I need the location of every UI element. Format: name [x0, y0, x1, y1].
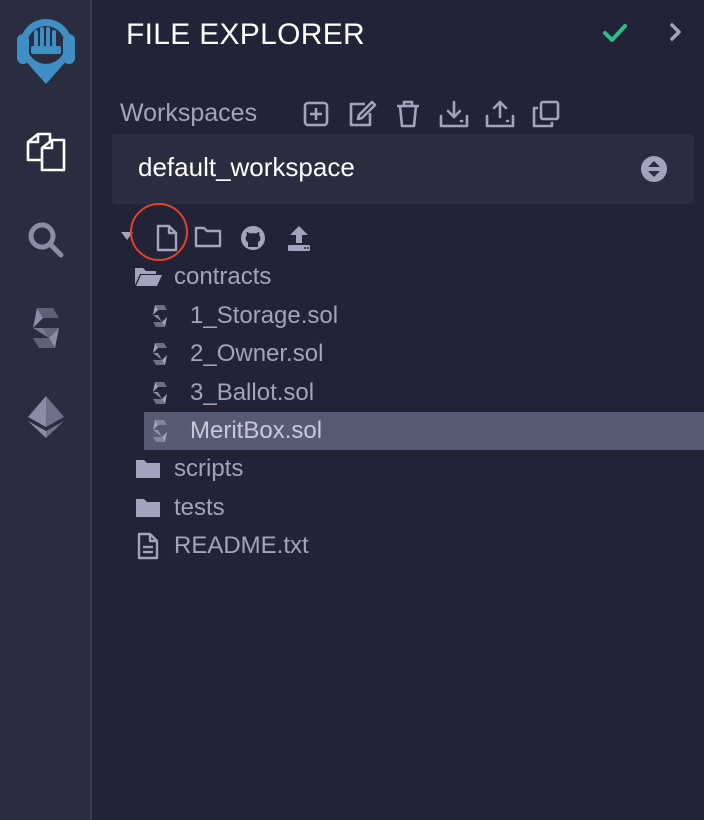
tree-item-3-ballot-sol[interactable]: 3_Ballot.sol [144, 374, 704, 412]
download-workspace-icon[interactable] [438, 98, 470, 130]
tree-item-label: README.txt [174, 532, 309, 559]
workspaces-label: Workspaces [120, 99, 258, 127]
tree-item-label: 2_Owner.sol [190, 340, 324, 367]
file-explorer-panel: FILE EXPLORER Workspaces default_workspa… [92, 0, 704, 820]
tree-item-label: 1_Storage.sol [190, 302, 339, 329]
workspace-select-value: default_workspace [138, 152, 355, 182]
icon-panel [0, 0, 92, 820]
new-folder-icon[interactable] [194, 226, 222, 248]
chevron-right-icon[interactable] [666, 18, 686, 51]
workspace-actions [300, 98, 562, 130]
solidity-file-icon [144, 342, 176, 366]
tree-item-meritbox-sol[interactable]: MeritBox.sol [144, 412, 704, 450]
folder-open-icon [132, 265, 164, 289]
delete-workspace-icon[interactable] [392, 98, 424, 130]
solidity-compiler-icon[interactable] [0, 306, 92, 350]
clone-workspace-icon[interactable] [530, 98, 562, 130]
solidity-file-icon [144, 419, 176, 443]
restore-workspace-icon[interactable] [484, 98, 516, 130]
tree-item-label: scripts [174, 455, 244, 482]
caret-down-icon[interactable] [120, 230, 134, 242]
panel-title: FILE EXPLORER [126, 18, 365, 51]
deploy-run-icon[interactable] [0, 394, 92, 440]
tree-item-label: MeritBox.sol [190, 417, 323, 444]
tree-item-label: tests [174, 494, 225, 521]
check-icon [600, 18, 630, 53]
workspace-select[interactable]: default_workspace [112, 134, 694, 204]
file-explorer-icon[interactable] [0, 130, 92, 174]
tree-item-label: contracts [174, 263, 272, 290]
new-file-icon[interactable] [156, 224, 178, 252]
sort-arrows-icon [640, 155, 668, 188]
tree-item-readme-txt[interactable]: README.txt [132, 527, 704, 565]
folder-icon [132, 458, 164, 480]
tree-item-scripts[interactable]: scripts [132, 450, 704, 488]
tree-item-tests[interactable]: tests [132, 489, 704, 527]
create-workspace-icon[interactable] [300, 98, 332, 130]
rename-workspace-icon[interactable] [346, 98, 378, 130]
solidity-file-icon [144, 304, 176, 328]
tree-item-contracts[interactable]: contracts [132, 258, 704, 296]
upload-file-icon[interactable] [286, 224, 312, 252]
tree-item-label: 3_Ballot.sol [190, 379, 315, 406]
search-icon[interactable] [0, 220, 92, 260]
tree-item-1-storage-sol[interactable]: 1_Storage.sol [144, 297, 704, 335]
text-file-icon [132, 532, 164, 560]
remix-logo-icon[interactable] [0, 10, 92, 88]
tree-item-2-owner-sol[interactable]: 2_Owner.sol [144, 335, 704, 373]
github-gist-icon[interactable] [240, 225, 266, 251]
solidity-file-icon [144, 381, 176, 405]
folder-icon [132, 497, 164, 519]
